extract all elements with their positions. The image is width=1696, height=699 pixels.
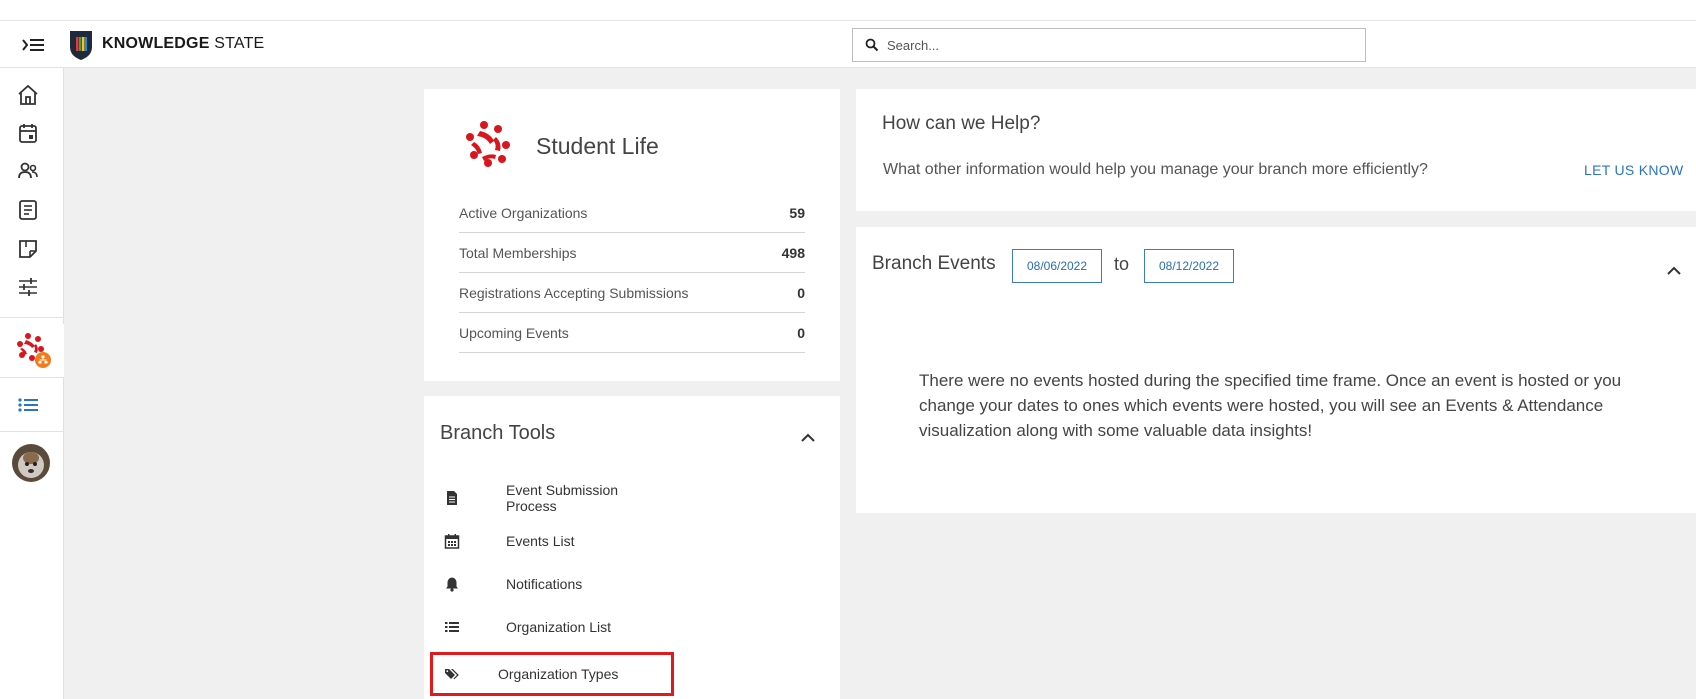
tool-label: Organization Types — [498, 666, 619, 682]
knowledge-state-logo-icon[interactable] — [68, 29, 94, 61]
search-input[interactable] — [887, 37, 1357, 53]
stat-label: Upcoming Events — [459, 324, 569, 341]
help-title: How can we Help? — [882, 113, 1041, 134]
sidebar-divider — [0, 377, 64, 378]
stat-value: 59 — [789, 204, 805, 221]
search-box[interactable] — [852, 28, 1366, 62]
tool-label: Organization List — [506, 619, 612, 635]
sidebar-divider — [0, 317, 64, 318]
help-text: What other information would help you ma… — [883, 161, 1428, 178]
to-label: to — [1114, 254, 1130, 274]
search-icon — [865, 38, 879, 52]
tool-label: Event Submission Process — [506, 482, 619, 514]
tool-notifications[interactable]: Notifications — [432, 564, 672, 604]
let-us-know-link[interactable]: LET US KNOW — [1584, 162, 1684, 178]
branch-events-title: Branch Events — [872, 253, 996, 274]
branch-logo-icon — [14, 330, 54, 370]
end-date-button[interactable]: 08/12/2022 — [1144, 249, 1234, 283]
help-card: How can we Help? What other information … — [856, 89, 1696, 211]
tool-label: Notifications — [506, 576, 583, 592]
chevron-up-icon[interactable] — [1666, 263, 1682, 275]
document-icon[interactable] — [16, 198, 40, 222]
branch-tools-card: Branch Tools Event Submission Process Ev… — [424, 396, 840, 699]
home-icon[interactable] — [16, 83, 40, 107]
tags-icon — [444, 666, 460, 682]
brand-bold: KNOWLEDGE — [102, 35, 210, 52]
student-life-card: Student Life Active Organizations 59 Tot… — [424, 89, 840, 381]
student-life-title: Student Life — [536, 133, 659, 159]
list-icon — [444, 619, 460, 635]
stat-row-registrations: Registrations Accepting Submissions 0 — [459, 273, 805, 313]
stat-row-upcoming-events: Upcoming Events 0 — [459, 313, 805, 353]
stat-label: Total Memberships — [459, 244, 577, 261]
brand-light: STATE — [214, 35, 265, 52]
top-header: KNOWLEDGE STATE — [0, 20, 1696, 68]
branch-tools-title: Branch Tools — [440, 422, 556, 444]
sliders-icon[interactable] — [16, 275, 40, 299]
calendar-icon[interactable] — [16, 121, 40, 145]
tool-organization-list[interactable]: Organization List — [432, 607, 672, 647]
tool-organization-types[interactable]: Organization Types — [430, 652, 674, 696]
sidebar-item-branch[interactable] — [0, 324, 64, 378]
avatar[interactable] — [12, 444, 50, 482]
tool-label: Events List — [506, 533, 575, 549]
sidebar — [0, 68, 64, 699]
stats-list: Active Organizations 59 Total Membership… — [459, 193, 805, 353]
start-date-button[interactable]: 08/06/2022 — [1012, 249, 1102, 283]
tool-events-list[interactable]: Events List — [432, 521, 672, 561]
stat-value: 0 — [797, 324, 805, 341]
stat-row-total-memberships: Total Memberships 498 — [459, 233, 805, 273]
branch-events-card: Branch Events 08/06/2022 to 08/12/2022 T… — [856, 227, 1696, 513]
student-life-logo-icon — [462, 117, 518, 173]
form-icon[interactable] — [16, 237, 40, 261]
file-icon — [444, 490, 460, 506]
sidebar-divider — [0, 431, 64, 432]
list-icon[interactable] — [16, 393, 40, 417]
stat-row-active-organizations: Active Organizations 59 — [459, 193, 805, 233]
calendar-icon — [444, 533, 460, 549]
stat-value: 498 — [781, 244, 805, 261]
stat-label: Active Organizations — [459, 204, 588, 221]
top-strip — [0, 0, 1696, 20]
no-events-message: There were no events hosted during the s… — [919, 371, 1622, 440]
people-icon[interactable] — [16, 159, 40, 183]
chevron-up-icon[interactable] — [800, 430, 816, 442]
stat-value: 0 — [797, 284, 805, 301]
brand-name: KNOWLEDGE STATE — [102, 35, 264, 53]
tool-event-submission-process[interactable]: Event Submission Process — [432, 478, 672, 518]
stat-label: Registrations Accepting Submissions — [459, 284, 689, 301]
bell-icon — [444, 576, 460, 592]
menu-toggle-icon[interactable] — [20, 33, 46, 57]
